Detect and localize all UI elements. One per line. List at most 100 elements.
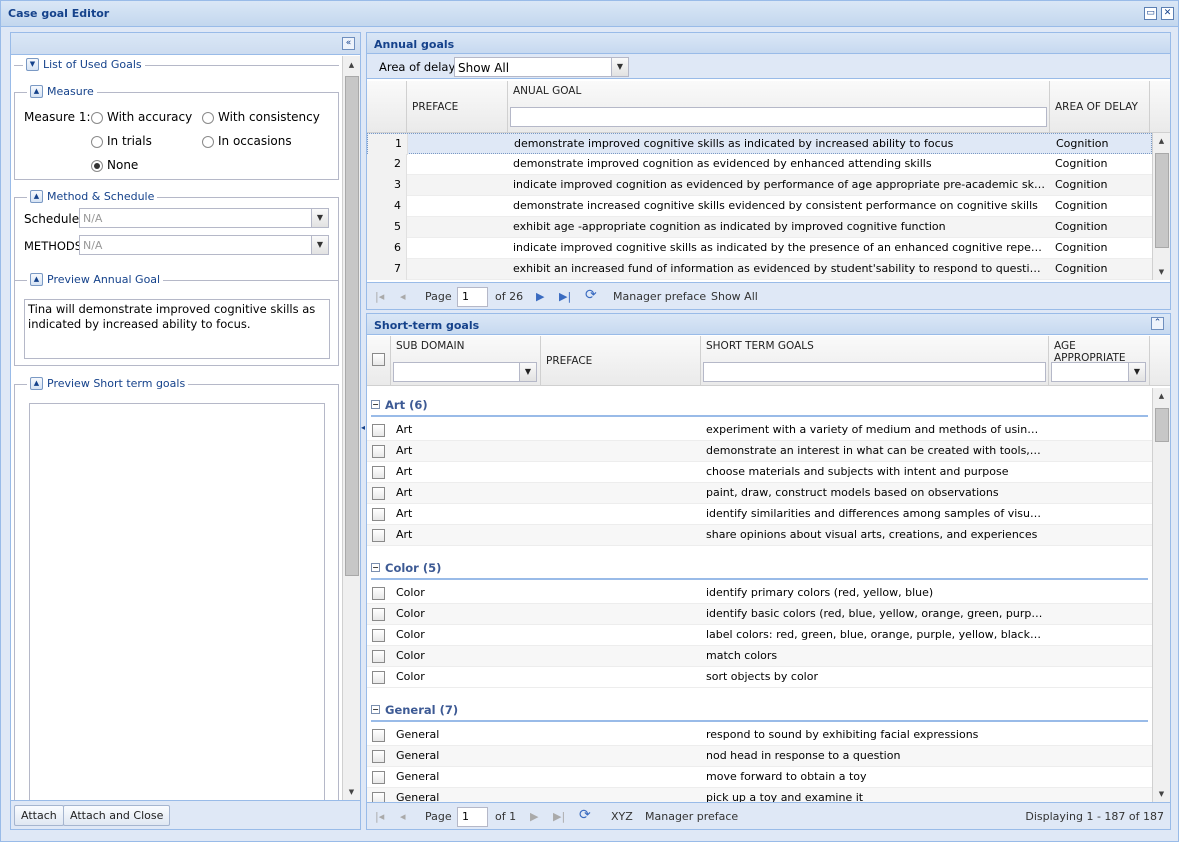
schedule-combo[interactable]: N/A ▼ — [79, 208, 329, 228]
list-used-goals-toggle[interactable]: ▼ List of Used Goals — [23, 58, 145, 71]
radio-in-occasions[interactable]: In occasions — [202, 134, 292, 148]
scroll-thumb[interactable] — [1155, 153, 1169, 248]
row-select[interactable] — [367, 583, 391, 604]
xyz-button[interactable]: XYZ — [611, 810, 633, 823]
page-input[interactable]: 1 — [457, 807, 488, 827]
row-select[interactable] — [367, 462, 391, 483]
expand-icon[interactable]: ▼ — [26, 58, 39, 71]
radio-with-consistency[interactable]: With consistency — [202, 110, 320, 124]
scroll-up-icon[interactable]: ▲ — [1153, 134, 1170, 148]
preview-short-legend[interactable]: ▲ Preview Short term goals — [27, 377, 189, 390]
row-checkbox[interactable] — [372, 628, 385, 642]
row-select[interactable] — [367, 725, 391, 746]
select-all-checkbox[interactable] — [372, 353, 385, 366]
short-term-goal-row[interactable]: Art identify similarities and differences… — [367, 504, 1152, 525]
select-all-header[interactable] — [367, 336, 391, 385]
chevron-down-icon[interactable]: ▼ — [519, 363, 536, 381]
row-select[interactable] — [367, 483, 391, 504]
collapse-group-icon[interactable]: − — [371, 705, 380, 714]
short-term-goal-row[interactable]: General move forward to obtain a toy — [367, 767, 1152, 788]
radio-icon[interactable] — [91, 111, 103, 124]
scroll-down-icon[interactable]: ▼ — [1153, 787, 1170, 801]
radio-icon[interactable] — [202, 135, 214, 148]
refresh-icon[interactable]: ⟳ — [579, 807, 591, 823]
collapse-preview-annual-icon[interactable]: ▲ — [30, 273, 43, 286]
row-select[interactable] — [367, 625, 391, 646]
short-term-goal-row[interactable]: Color sort objects by color — [367, 667, 1152, 688]
annual-goal-row[interactable]: 6 indicate improved cognitive skills as i… — [367, 238, 1152, 259]
attach-button[interactable]: Attach — [14, 805, 64, 826]
scroll-down-icon[interactable]: ▼ — [1153, 265, 1170, 279]
age-appropriate-filter[interactable]: ▼ — [1051, 362, 1146, 382]
scroll-up-icon[interactable]: ▲ — [1153, 389, 1170, 403]
sub-domain-filter[interactable]: ▼ — [393, 362, 537, 382]
collapse-preview-short-icon[interactable]: ▲ — [30, 377, 43, 390]
chevron-down-icon[interactable]: ▼ — [311, 209, 328, 227]
row-checkbox[interactable] — [372, 586, 385, 600]
row-checkbox[interactable] — [372, 507, 385, 521]
collapse-group-icon[interactable]: − — [371, 400, 380, 409]
row-checkbox[interactable] — [372, 728, 385, 742]
col-sub-domain-header[interactable]: SUB DOMAIN ▼ — [391, 336, 541, 385]
radio-icon[interactable] — [91, 135, 103, 148]
measure-legend[interactable]: ▲ Measure — [27, 85, 97, 98]
radio-icon[interactable] — [202, 111, 214, 124]
row-select[interactable] — [367, 525, 391, 546]
show-all-button[interactable]: Show All — [711, 290, 758, 303]
col-area-of-delay-header[interactable]: AREA OF DELAY — [1050, 81, 1150, 132]
scroll-down-icon[interactable]: ▼ — [343, 785, 360, 799]
row-checkbox[interactable] — [372, 607, 385, 621]
manager-preface-button[interactable]: Manager preface — [645, 810, 738, 823]
radio-none[interactable]: None — [91, 158, 138, 172]
radio-in-trials[interactable]: In trials — [91, 134, 152, 148]
row-checkbox[interactable] — [372, 770, 385, 784]
short-term-goals-filter-input[interactable] — [703, 362, 1046, 382]
short-scrollbar[interactable]: ▲ ▼ — [1152, 388, 1170, 802]
collapse-left-icon[interactable]: « — [342, 37, 355, 50]
short-term-goal-row[interactable]: General respond to sound by exhibiting fa… — [367, 725, 1152, 746]
maximize-icon[interactable]: ▭ — [1144, 7, 1157, 20]
collapse-method-icon[interactable]: ▲ — [30, 190, 43, 203]
short-term-goal-row[interactable]: Art experiment with a variety of medium a… — [367, 420, 1152, 441]
last-page-icon[interactable]: ▶| — [559, 290, 571, 303]
row-checkbox[interactable] — [372, 465, 385, 479]
preview-short-textarea[interactable] — [29, 403, 325, 801]
area-of-delay-select[interactable]: Show All ▼ — [454, 57, 629, 77]
collapse-up-icon[interactable]: ⌃ — [1151, 317, 1164, 330]
methods-combo[interactable]: N/A ▼ — [79, 235, 329, 255]
group-header[interactable]: − Art (6) — [367, 391, 1152, 417]
row-select[interactable] — [367, 504, 391, 525]
scroll-up-icon[interactable]: ▲ — [343, 58, 360, 72]
manager-preface-button[interactable]: Manager preface — [613, 290, 706, 303]
group-header[interactable]: − Color (5) — [367, 554, 1152, 580]
chevron-down-icon[interactable]: ▼ — [311, 236, 328, 254]
annual-scrollbar[interactable]: ▲ ▼ — [1152, 133, 1170, 280]
short-term-goal-row[interactable]: General pick up a toy and examine it — [367, 788, 1152, 802]
scroll-thumb[interactable] — [1155, 408, 1169, 442]
annual-goal-row[interactable]: 3 indicate improved cognition as evidence… — [367, 175, 1152, 196]
short-term-goal-row[interactable]: Color match colors — [367, 646, 1152, 667]
next-page-icon[interactable]: ▶ — [536, 290, 544, 303]
row-checkbox[interactable] — [372, 791, 385, 802]
annual-goal-row[interactable]: 1 demonstrate improved cognitive skills a… — [367, 133, 1152, 155]
col-preface-header[interactable]: PREFACE — [407, 81, 508, 132]
row-checkbox[interactable] — [372, 528, 385, 542]
attach-and-close-button[interactable]: Attach and Close — [63, 805, 171, 826]
row-checkbox[interactable] — [372, 423, 385, 437]
left-scrollbar[interactable]: ▲ ▼ — [342, 56, 360, 801]
annual-goal-row[interactable]: 2 demonstrate improved cognition as evide… — [367, 154, 1152, 175]
row-checkbox[interactable] — [372, 649, 385, 663]
collapse-group-icon[interactable]: − — [371, 563, 380, 572]
annual-goal-row[interactable]: 4 demonstrate increased cognitive skills … — [367, 196, 1152, 217]
short-term-goal-row[interactable]: Color label colors: red, green, blue, ora… — [367, 625, 1152, 646]
short-term-goal-row[interactable]: Color identify basic colors (red, blue, y… — [367, 604, 1152, 625]
row-select[interactable] — [367, 420, 391, 441]
annual-goal-row[interactable]: 5 exhibit age -appropriate cognition as i… — [367, 217, 1152, 238]
last-page-icon[interactable]: ▶| — [553, 810, 565, 823]
annual-goal-filter-input[interactable] — [510, 107, 1047, 127]
row-select[interactable] — [367, 667, 391, 688]
group-header[interactable]: − General (7) — [367, 696, 1152, 722]
preview-annual-legend[interactable]: ▲ Preview Annual Goal — [27, 273, 164, 286]
short-term-goal-row[interactable]: Art demonstrate an interest in what can b… — [367, 441, 1152, 462]
page-input[interactable]: 1 — [457, 287, 488, 307]
